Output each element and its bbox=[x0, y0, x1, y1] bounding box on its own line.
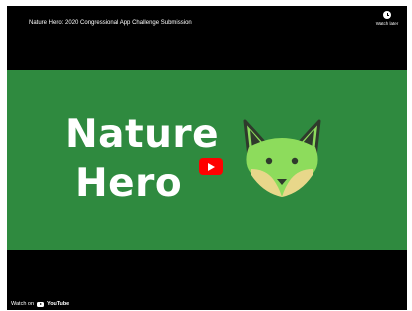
video-thumbnail[interactable]: Nature Hero bbox=[7, 70, 407, 250]
thumbnail-title-line-2: Hero bbox=[75, 161, 183, 206]
fox-icon bbox=[243, 119, 321, 197]
play-button[interactable] bbox=[199, 158, 223, 175]
watch-on-youtube-link[interactable]: Watch on YouTube bbox=[11, 301, 69, 307]
player-bottom-bar: Watch on YouTube bbox=[7, 296, 407, 310]
watch-on-label: Watch on bbox=[11, 301, 35, 307]
watch-later-button[interactable]: Watch later bbox=[371, 11, 403, 26]
watch-later-label: Watch later bbox=[375, 21, 399, 26]
play-icon bbox=[208, 162, 215, 171]
embedded-video-player[interactable]: Nature Hero: 2020 Congressional App Chal… bbox=[7, 6, 407, 310]
clock-icon bbox=[383, 11, 391, 19]
youtube-logo-icon bbox=[37, 301, 45, 307]
thumbnail-title-line-1: Nature bbox=[65, 112, 220, 157]
youtube-wordmark: YouTube bbox=[47, 301, 70, 307]
video-title[interactable]: Nature Hero: 2020 Congressional App Chal… bbox=[29, 20, 192, 26]
